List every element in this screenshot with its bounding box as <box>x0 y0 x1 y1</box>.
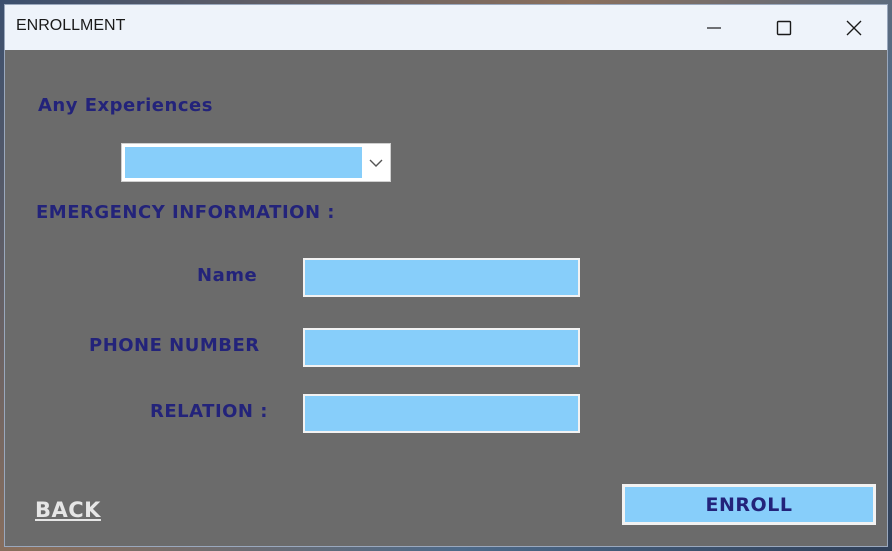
maximize-button[interactable] <box>749 5 819 50</box>
title-bar[interactable]: ENROLLMENT <box>5 5 887 50</box>
phone-label: PHONE NUMBER <box>89 335 260 356</box>
experience-dropdown[interactable] <box>121 143 391 182</box>
name-input[interactable] <box>303 258 580 297</box>
enroll-button[interactable]: ENROLL <box>622 484 876 525</box>
close-button[interactable] <box>819 5 887 50</box>
name-label: Name <box>197 265 258 286</box>
minimize-icon <box>707 26 721 29</box>
experience-label: Any Experiences <box>38 95 213 116</box>
enroll-button-label: ENROLL <box>705 493 793 516</box>
back-link[interactable]: BACK <box>35 498 101 522</box>
relation-input[interactable] <box>303 394 580 433</box>
phone-input[interactable] <box>303 328 580 367</box>
experience-dropdown-value-box[interactable] <box>125 147 362 178</box>
close-icon <box>846 20 862 35</box>
relation-label: RELATION : <box>150 401 268 422</box>
enrollment-window: ENROLLMENT Any Experiences EMERGENCY INF… <box>4 4 888 547</box>
minimize-button[interactable] <box>679 5 749 50</box>
maximize-icon <box>776 20 792 35</box>
window-title: ENROLLMENT <box>16 17 126 34</box>
chevron-down-icon <box>369 159 383 167</box>
emergency-heading: EMERGENCY INFORMATION : <box>36 202 335 223</box>
dropdown-toggle[interactable] <box>364 147 388 178</box>
